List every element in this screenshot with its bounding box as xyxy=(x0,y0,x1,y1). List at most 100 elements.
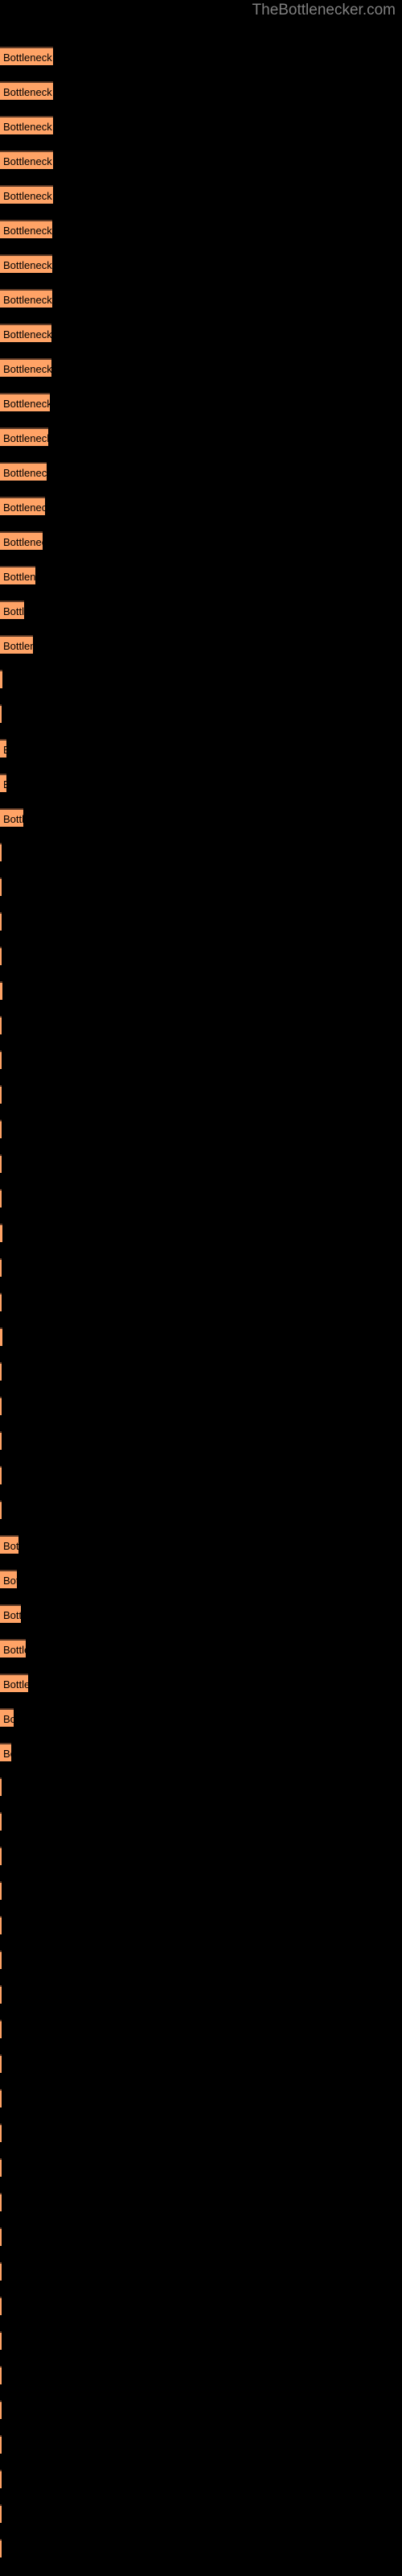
bar-row: Bottleneck result xyxy=(0,1604,21,1623)
bar-row: Bottleneck result xyxy=(0,1674,28,1692)
bar-row: Bottleneck result xyxy=(0,2262,2,2281)
bar-row: Bottleneck result xyxy=(0,1258,2,1277)
bar-row: Bottleneck result xyxy=(0,774,6,792)
site-title: TheBottlenecker.com xyxy=(252,2,396,19)
bar-label: Bottleneck result xyxy=(3,571,35,583)
bar-row: Bottleneck result xyxy=(0,1466,2,1484)
bar-label: Bottleneck result xyxy=(3,363,51,375)
bar-row: Bottleneck result xyxy=(0,1777,2,1796)
bar-label: Bottleneck result xyxy=(3,432,48,444)
bar-row: Bottleneck result xyxy=(0,1847,2,1865)
bar-row: Bottleneck result xyxy=(0,947,2,965)
bar-label: Bottleneck result xyxy=(3,640,33,652)
bar-row: Bottleneck result xyxy=(0,2539,2,2557)
bar-row: Bottleneck result xyxy=(0,324,51,342)
bar-label: Bottleneck result xyxy=(3,1609,21,1621)
bar-row: Bottleneck result xyxy=(0,1985,2,2004)
bar-row: Bottleneck result xyxy=(0,185,53,204)
bar-label: Bottleneck result xyxy=(3,1644,26,1656)
bar-row: Bottleneck result xyxy=(0,358,51,377)
bar-label: Bottleneck result xyxy=(3,1713,14,1725)
bar-row: Bottleneck result xyxy=(0,635,33,654)
bar-row: Bottleneck result xyxy=(0,2366,2,2384)
bar-row: Bottleneck result xyxy=(0,1951,2,1969)
bar-row: Bottleneck result xyxy=(0,1639,26,1657)
bar-label: Bottleneck result xyxy=(3,777,6,792)
bar-row: Bottleneck result xyxy=(0,704,2,723)
bar-row: Bottleneck result xyxy=(0,2401,2,2419)
bar-row: Bottleneck result xyxy=(0,1327,2,1346)
bar-label: Bottleneck result xyxy=(3,1575,17,1587)
bar-row: Bottleneck result xyxy=(0,462,47,481)
bar-label: Bottleneck result xyxy=(3,155,53,167)
bar-label: Bottleneck result xyxy=(3,259,52,271)
bar-label: Bottleneck result xyxy=(3,121,53,133)
bar-row: Bottleneck result xyxy=(0,2504,2,2523)
bar-row: Bottleneck result xyxy=(0,47,53,65)
bar-row: Bottleneck result xyxy=(0,1397,2,1415)
bar-label: Bottleneck result xyxy=(3,605,24,617)
bar-row: Bottleneck result xyxy=(0,1120,2,1138)
bar-row: Bottleneck result xyxy=(0,739,6,758)
bar-label: Bottleneck result xyxy=(3,52,53,64)
bar-row: Bottleneck result xyxy=(0,566,35,584)
bar-label: Bottleneck result xyxy=(3,294,52,306)
bar-row: Bottleneck result xyxy=(0,2020,2,2038)
bar-row: Bottleneck result xyxy=(0,2470,2,2488)
bar-row: Bottleneck result xyxy=(0,2089,2,2107)
bar-row: Bottleneck result xyxy=(0,220,52,238)
bar-label: Bottleneck result xyxy=(3,398,50,410)
bar-row: Bottleneck result xyxy=(0,116,53,134)
bar-row: Bottleneck result xyxy=(0,393,50,411)
bar-row: Bottleneck result xyxy=(0,2331,2,2350)
bar-row: Bottleneck result xyxy=(0,2297,2,2315)
bar-row: Bottleneck result xyxy=(0,1085,2,1104)
bar-row: Bottleneck result xyxy=(0,843,2,861)
bar-row: Bottleneck result xyxy=(0,427,48,446)
bar-label: Bottleneck result xyxy=(3,536,43,548)
bar-row: Bottleneck result xyxy=(0,1431,2,1450)
bar-label: Bottleneck result xyxy=(3,1540,18,1552)
bar-row: Bottleneck result xyxy=(0,1362,2,1381)
bar-row: Bottleneck result xyxy=(0,1154,2,1173)
bar-label: Bottleneck result xyxy=(3,467,47,479)
bar-row: Bottleneck result xyxy=(0,1812,2,1831)
bar-row: Bottleneck result xyxy=(0,1881,2,1900)
bar-row: Bottleneck result xyxy=(0,1708,14,1727)
bar-row: Bottleneck result xyxy=(0,497,45,515)
bar-row: Bottleneck result xyxy=(0,877,2,896)
bar-row: Bottleneck result xyxy=(0,2054,2,2073)
bottleneck-bar-chart: Bottleneck result Bottleneck result Bottle… xyxy=(0,0,402,2576)
bar-label: Bottleneck result xyxy=(3,1678,28,1690)
bar-row: Bottleneck result xyxy=(0,1570,17,1588)
bar-label: Bottleneck result xyxy=(3,190,53,202)
bar-row: Bottleneck result xyxy=(0,981,2,1000)
bar-row: Bottleneck result xyxy=(0,2227,2,2246)
bar-row: Bottleneck result xyxy=(0,1293,2,1311)
bar-label: Bottleneck result xyxy=(3,502,45,514)
bar-row: Bottleneck result xyxy=(0,912,2,931)
bar-label: Bottleneck result xyxy=(3,742,6,758)
bar-row: Bottleneck result xyxy=(0,1051,2,1069)
bar-row: Bottleneck result xyxy=(0,1224,2,1242)
bar-row: Bottleneck result xyxy=(0,2435,2,2454)
bar-row: Bottleneck result xyxy=(0,1535,18,1554)
bar-row: Bottleneck result xyxy=(0,81,53,100)
bar-label: Bottleneck result xyxy=(3,86,53,98)
bar-row: Bottleneck result xyxy=(0,289,52,308)
bar-row: Bottleneck result xyxy=(0,2158,2,2177)
bar-row: Bottleneck result xyxy=(0,670,2,688)
bar-label: Bottleneck result xyxy=(3,813,23,825)
bar-row: Bottleneck result xyxy=(0,808,23,827)
bar-label: Bottleneck result xyxy=(3,225,52,237)
bar-label: Bottleneck result xyxy=(3,328,51,341)
bar-row: Bottleneck result xyxy=(0,2124,2,2142)
bar-row: Bottleneck result xyxy=(0,601,24,619)
bar-row: Bottleneck result xyxy=(0,1189,2,1208)
bar-label: Bottleneck result xyxy=(3,1748,11,1760)
bar-row: Bottleneck result xyxy=(0,1743,11,1761)
bar-row: Bottleneck result xyxy=(0,2193,2,2211)
bar-row: Bottleneck result xyxy=(0,531,43,550)
bar-row: Bottleneck result xyxy=(0,1501,2,1519)
bar-row: Bottleneck result xyxy=(0,1916,2,1934)
